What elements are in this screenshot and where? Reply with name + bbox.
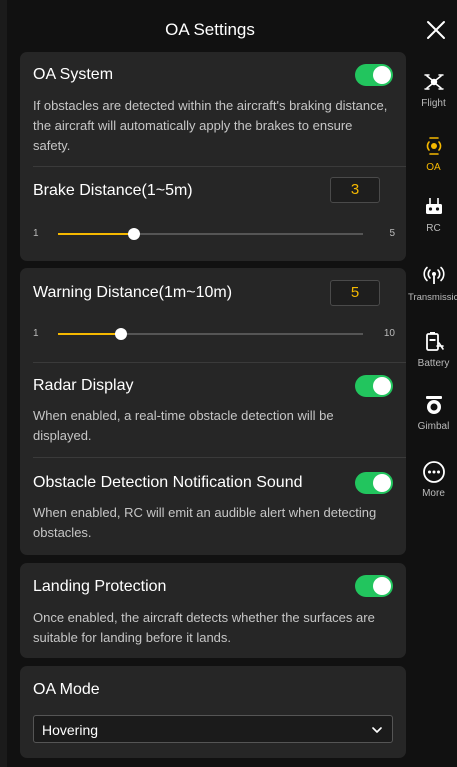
brake-distance-input[interactable]: 3 [330, 177, 380, 203]
slider-min-label: 1 [33, 328, 39, 339]
sidebar-item-oa[interactable]: OA [410, 134, 457, 174]
gimbal-icon [425, 396, 442, 414]
landing-protection-card: Landing Protection Once enabled, the air… [20, 563, 406, 658]
close-icon[interactable] [424, 18, 448, 42]
warning-distance-slider[interactable]: 1 10 [33, 326, 395, 342]
sidebar-label: Flight [421, 98, 446, 109]
sidebar-item-battery[interactable]: Battery [410, 330, 457, 370]
sidebar-item-more[interactable]: More [410, 460, 457, 500]
toggle-knob [373, 377, 391, 395]
divider [33, 362, 406, 363]
sidebar-item-gimbal[interactable]: Gimbal [410, 393, 457, 433]
oa-mode-card: OA Mode Hovering [20, 666, 406, 758]
brake-distance-label: Brake Distance(1~5m) [33, 182, 193, 199]
divider [33, 166, 406, 167]
warning-distance-label: Warning Distance(1m~10m) [33, 284, 233, 301]
slider-max-label: 10 [383, 328, 395, 339]
signal-icon [422, 266, 445, 284]
sidebar-item-flight[interactable]: Flight [410, 70, 457, 110]
slider-min-label: 1 [33, 228, 39, 239]
toggle-knob [373, 577, 391, 595]
oa-system-toggle[interactable] [355, 64, 393, 86]
slider-fill [58, 333, 121, 335]
oa-system-label: OA System [33, 66, 114, 83]
divider [33, 457, 406, 458]
toggle-knob [373, 66, 391, 84]
landing-protection-label: Landing Protection [33, 578, 167, 595]
slider-fill [58, 233, 134, 235]
oa-system-card: OA System If obstacles are detected with… [20, 52, 406, 261]
notification-sound-description: When enabled, RC will emit an audible al… [33, 505, 377, 540]
sidebar-item-transmission[interactable]: Transmission [408, 264, 457, 304]
more-icon [422, 461, 445, 483]
radar-display-toggle[interactable] [355, 375, 393, 397]
radar-display-description: When enabled, a real-time obstacle detec… [33, 408, 334, 443]
notification-sound-toggle[interactable] [355, 472, 393, 494]
battery-icon [425, 332, 444, 351]
sidebar-label: Transmission [408, 292, 457, 303]
warning-distance-input[interactable]: 5 [330, 280, 380, 306]
controller-icon [425, 198, 442, 214]
oa-system-description: If obstacles are detected within the air… [33, 98, 388, 153]
slider-thumb[interactable] [115, 328, 127, 340]
sidebar-label: OA [426, 162, 441, 173]
slider-max-label: 5 [389, 228, 395, 239]
chevron-down-icon [372, 727, 382, 733]
sidebar-item-rc[interactable]: RC [410, 195, 457, 235]
radar-icon [426, 137, 441, 155]
oa-mode-select[interactable]: Hovering [33, 715, 393, 743]
page-title: OA Settings [165, 20, 255, 39]
landing-protection-description: Once enabled, the aircraft detects wheth… [33, 610, 375, 645]
radar-display-label: Radar Display [33, 377, 134, 394]
drone-icon [423, 74, 444, 90]
warning-card: Warning Distance(1m~10m) 5 1 10 Radar Di… [20, 268, 406, 555]
oa-mode-value: Hovering [42, 722, 99, 738]
slider-thumb[interactable] [128, 228, 140, 240]
brake-distance-slider[interactable]: 1 5 [33, 226, 395, 242]
landing-protection-toggle[interactable] [355, 575, 393, 597]
oa-mode-label: OA Mode [33, 681, 100, 698]
sidebar-label: More [422, 488, 445, 499]
notification-sound-label: Obstacle Detection Notification Sound [33, 474, 303, 491]
sidebar-label: RC [426, 223, 441, 234]
sidebar-label: Gimbal [417, 421, 450, 432]
sidebar-label: Battery [417, 358, 450, 369]
toggle-knob [373, 474, 391, 492]
